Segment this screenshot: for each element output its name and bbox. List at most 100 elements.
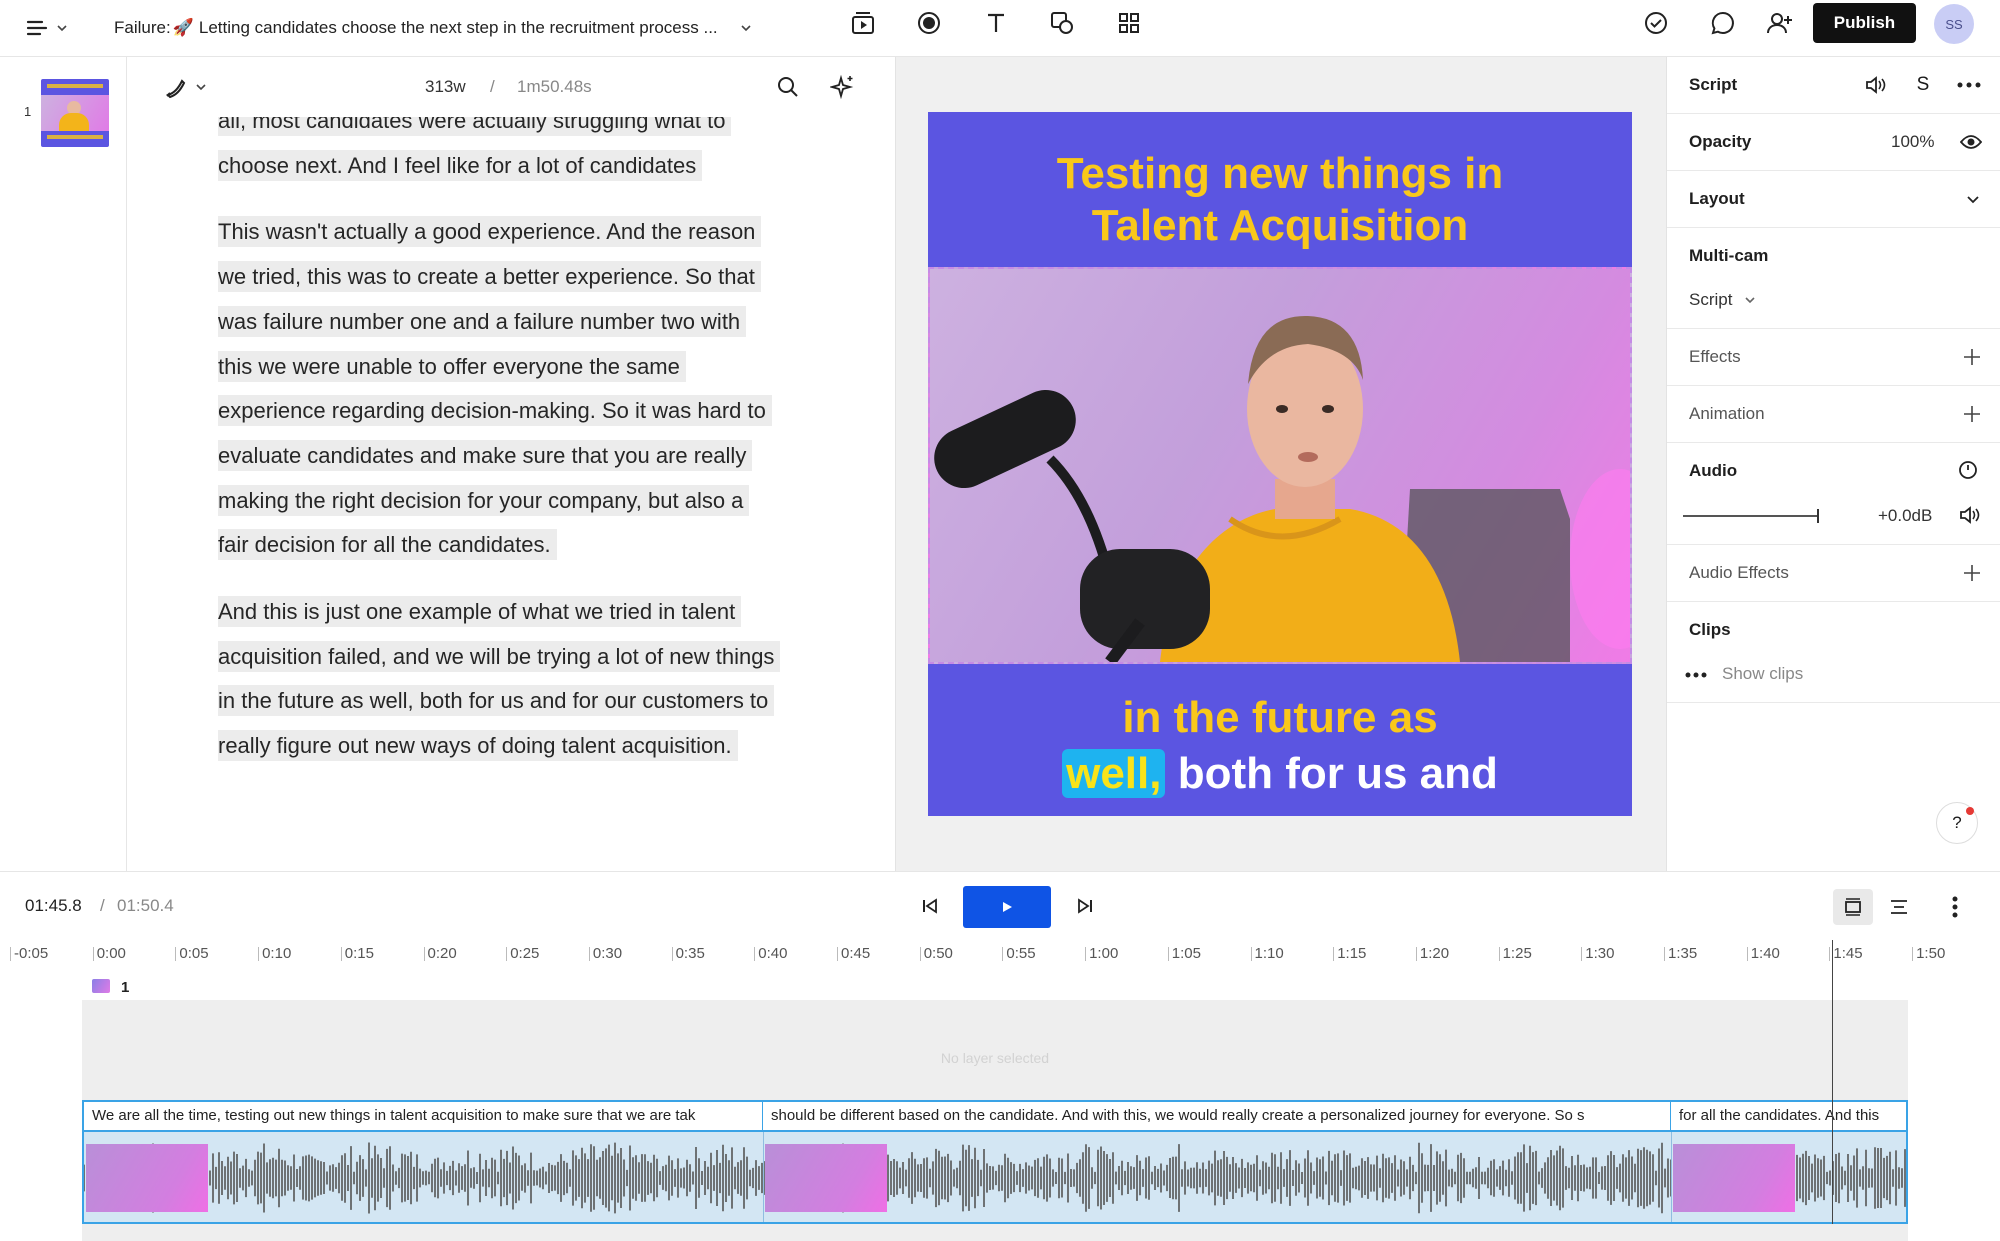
skip-back-button[interactable] [916,892,944,920]
transport-bar: 01:45.8 / 01:50.4 [0,871,2000,941]
timeline-ruler[interactable]: -0:05 0:00 0:05 0:10 0:15 0:20 0:25 0:30 0:35 0:4… [0,941,2000,1001]
check-circle-icon [1645,12,1667,34]
ruler-tick: 1:25 [1498,945,1532,962]
opacity-label: Opacity [1689,132,1752,151]
paragraph-text: This wasn't actually a good experience. … [218,216,772,561]
more-vertical-icon [1952,896,1958,918]
audio-gain-value: +0.0dB [1878,506,1933,525]
ai-button[interactable] [829,73,857,101]
caption-clip[interactable]: We are all the time, testing out new thi… [84,1102,763,1130]
volume-button[interactable] [1861,71,1889,99]
ruler-tick: -0:05 [9,945,49,962]
record-button[interactable] [914,8,944,38]
ruler-tick: 1:35 [1663,945,1698,962]
scene-thumbnail[interactable] [41,79,109,147]
audio-slider-handle[interactable] [1817,509,1819,523]
video-frame[interactable]: Testing new things in Talent Acquisition [928,112,1632,816]
chevron-down-icon [741,25,751,32]
highlighted-word: well, [1062,749,1166,798]
top-caption-line: Talent Acquisition [1091,201,1469,250]
scene-number: 1 [24,104,32,119]
strikethrough-s-icon[interactable]: S [1909,71,1937,99]
comment-icon [1711,11,1734,35]
ruler-tick: 1:40 [1746,945,1780,962]
menu-button[interactable] [22,12,72,44]
caption-track[interactable]: We are all the time, testing out new thi… [82,1100,1908,1132]
project-title[interactable]: Failure: 🚀 Letting candidates choose the… [114,10,752,46]
chevron-down-icon [57,25,67,32]
bottom-caption[interactable]: in the future as well, both for us and [928,690,1632,802]
publish-button[interactable]: Publish [1813,3,1916,43]
ruler-tick: 1:30 [1581,945,1615,962]
ruler-tick: 0:35 [671,945,705,962]
playhead[interactable] [1832,940,1833,1224]
speaker-image [934,315,1630,662]
comments-button[interactable] [1708,8,1738,38]
text-button[interactable] [981,8,1011,38]
ruler-tick: 1:20 [1415,945,1450,962]
clock-icon[interactable] [1958,460,1978,480]
audio-effects-label: Audio Effects [1689,563,1789,582]
record-icon [918,12,940,34]
clips-label: Clips [1689,620,1731,639]
add-audio-effect-icon[interactable] [1962,563,1982,583]
menu-icon [26,20,48,36]
speaker-icon[interactable] [1957,503,1981,527]
play-button[interactable] [963,886,1051,928]
text-icon [988,13,1004,32]
title-prefix: Failure: [114,18,171,37]
script-row: Script S [1667,57,2000,114]
empty-layer-label: No layer selected [940,1050,1050,1066]
check-button[interactable] [1641,8,1671,38]
ruler-tick: 1:00 [1085,945,1119,962]
visibility-button[interactable] [1957,128,1985,156]
sparkle-icon [830,74,854,100]
layout-row[interactable]: Layout [1667,171,2000,228]
add-animation-icon[interactable] [1962,404,1982,424]
opacity-row: Opacity 100% [1667,114,2000,171]
add-effect-icon[interactable] [1962,347,1982,367]
properties-panel: Script S Opacity 100% Layout Multi-cam S… [1667,57,2000,871]
top-caption[interactable]: Testing new things in Talent Acquisition [928,148,1632,252]
view-mode-button[interactable] [1833,889,1873,925]
timeline-more-button[interactable] [1940,892,1970,922]
align-button[interactable] [1884,892,1914,922]
canvas-area: Testing new things in Talent Acquisition [895,57,1667,871]
grid-button[interactable] [1114,8,1144,38]
audio-slider-track[interactable] [1683,515,1818,517]
ruler-tick: 1:50 [1912,945,1946,962]
opacity-value[interactable]: 100% [1891,132,1934,152]
ruler-tick: 0:40 [754,945,788,962]
invite-button[interactable] [1764,8,1796,38]
clip-divider [1671,1132,1672,1222]
more-button[interactable] [1954,71,1984,99]
search-button[interactable] [774,73,802,101]
video-audio-track[interactable] [82,1132,1908,1224]
transcript-text[interactable]: all, most candidates were actually strug… [218,99,781,791]
caption-clip[interactable]: for all the candidates. And this [1671,1102,1906,1130]
skip-forward-button[interactable] [1071,892,1099,920]
skip-back-icon [923,898,937,914]
scene-track-thumb [92,979,110,993]
help-label: ? [1952,813,1962,832]
media-button[interactable] [848,8,878,38]
show-clips-button[interactable]: Show clips [1722,664,1803,684]
style-button[interactable] [157,73,213,101]
ruler-tick: 0:00 [92,945,126,962]
eye-icon [1960,135,1982,149]
shapes-button[interactable] [1047,8,1077,38]
ruler-tick: 0:45 [836,945,871,962]
animation-label: Animation [1689,404,1765,423]
caption-clip[interactable]: should be different based on the candida… [763,1102,1671,1130]
more-horizontal-icon [1957,82,1981,88]
play-icon [1003,902,1012,912]
chevron-down-icon [196,84,206,91]
speaker-icon [1866,76,1886,94]
speaker-video[interactable] [928,267,1632,664]
paragraph-text: And this is just one example of what we … [218,596,781,762]
separator: / [490,77,495,96]
multicam-select[interactable]: Script [1689,290,1756,310]
avatar[interactable]: SS [1934,4,1974,44]
current-time: 01:45.8 [25,896,82,915]
transcript-paragraph: And this is just one example of what we … [218,590,781,769]
